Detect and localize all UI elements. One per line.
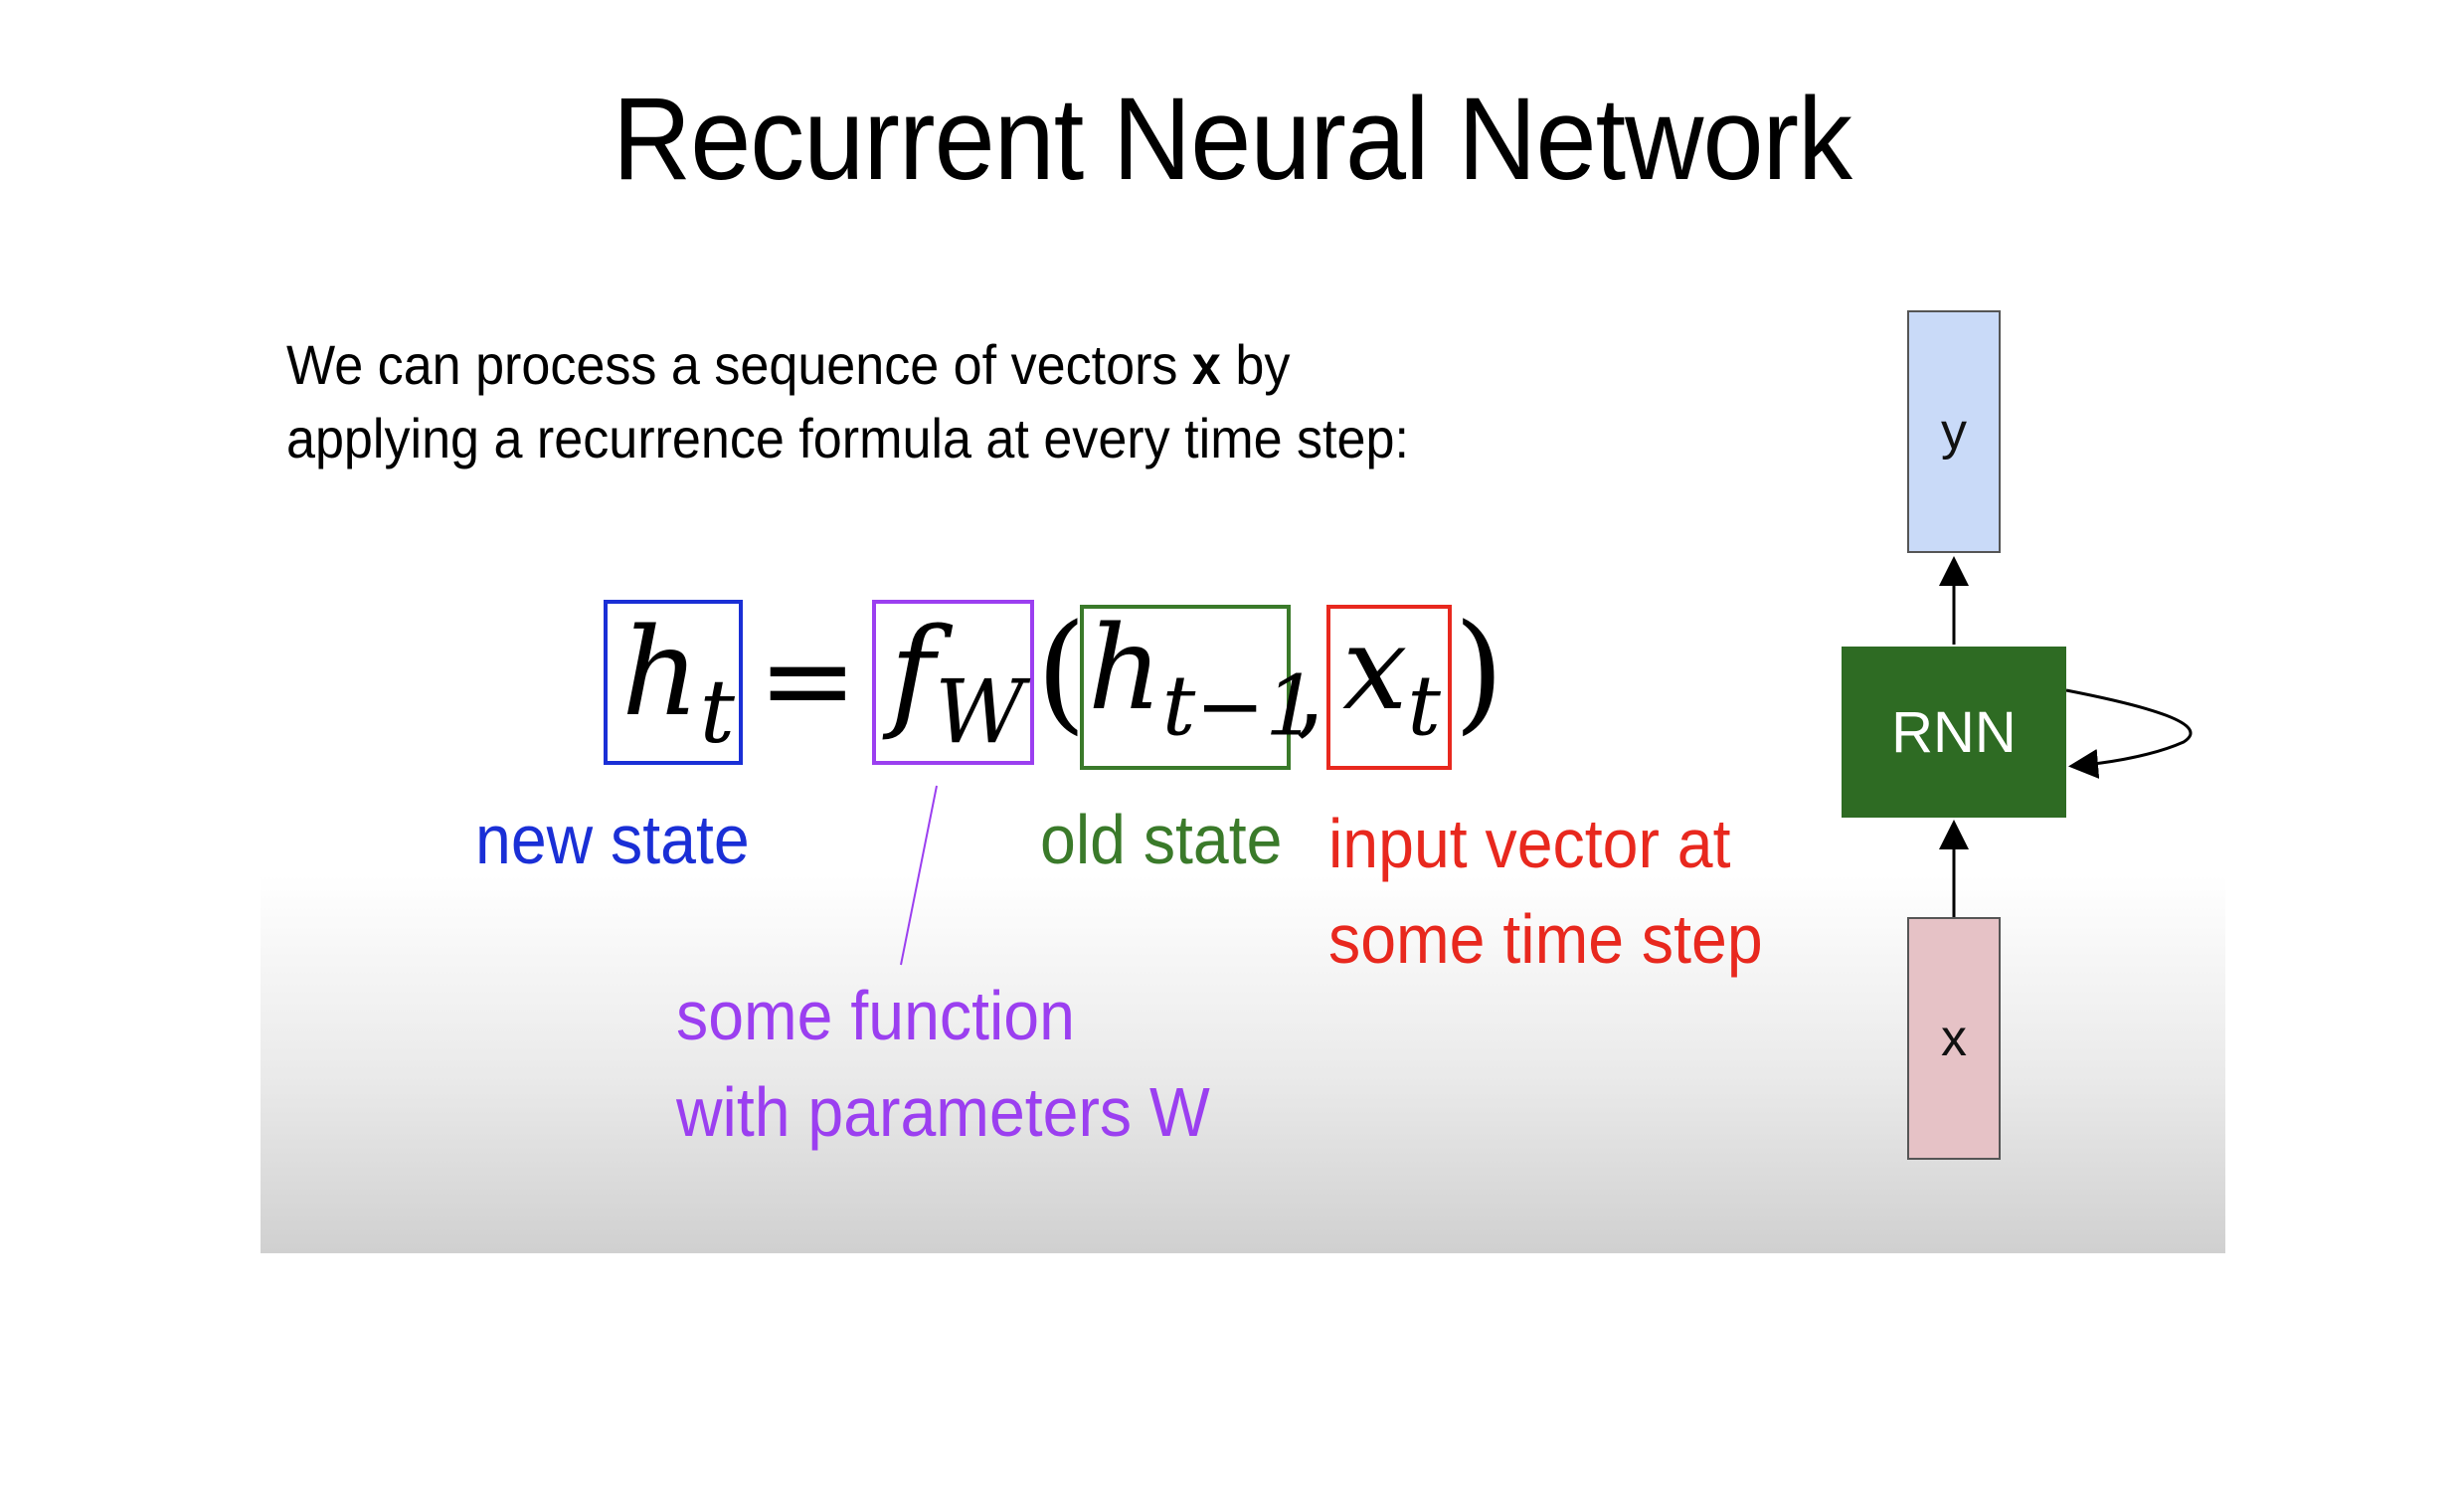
rnn-cell-label: RNN (1891, 699, 2017, 765)
input-x-box: x (1907, 917, 2001, 1160)
recurrent-loop-arrow (2065, 688, 2193, 779)
rnn-cell-box: RNN (1842, 647, 2066, 818)
function-connector-line (900, 785, 938, 966)
output-y-label: y (1941, 403, 1967, 461)
connector-layer (900, 556, 2193, 966)
input-x-label: x (1941, 1010, 1967, 1067)
output-y-box: y (1907, 310, 2001, 553)
